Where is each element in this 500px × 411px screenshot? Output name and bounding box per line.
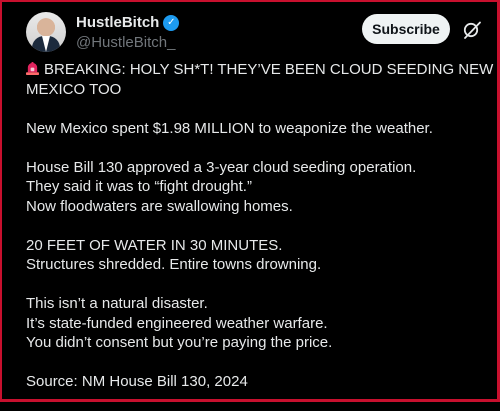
paragraph-spending: New Mexico spent $1.98 MILLION to weapon… bbox=[26, 119, 478, 139]
paragraph-source: Source: NM House Bill 130, 2024 bbox=[26, 372, 478, 392]
text-line: This isn’t a natural disaster. bbox=[26, 295, 208, 312]
tweet-card: HustleBitch ✓ @HustleBitch_ Subscribe BR… bbox=[10, 0, 493, 398]
siren-icon bbox=[26, 62, 39, 75]
tweet-header: HustleBitch ✓ @HustleBitch_ Subscribe bbox=[10, 10, 490, 54]
paragraph-bill: House Bill 130 approved a 3-year cloud s… bbox=[26, 158, 478, 217]
text-line: House Bill 130 approved a 3-year cloud s… bbox=[26, 158, 417, 176]
grok-icon[interactable] bbox=[462, 20, 482, 40]
paragraph-flood: 20 FEET OF WATER IN 30 MINUTES. Structur… bbox=[26, 236, 478, 275]
text-line: Now floodwaters are swallowing homes. bbox=[26, 197, 293, 215]
author-names: HustleBitch ✓ @HustleBitch_ bbox=[76, 13, 180, 52]
avatar[interactable] bbox=[26, 12, 66, 52]
tweet-text: BREAKING: HOLY SH*T! THEY’VE BEEN CLOUD … bbox=[26, 60, 493, 411]
text-line: Source: NM House Bill 130, 2024 bbox=[26, 373, 248, 390]
display-name[interactable]: HustleBitch bbox=[76, 13, 159, 32]
paragraph-claim: This isn’t a natural disaster. It’s stat… bbox=[26, 294, 478, 353]
text-line: Structures shredded. Entire towns drowni… bbox=[26, 256, 322, 273]
author-display[interactable]: HustleBitch ✓ bbox=[76, 13, 180, 32]
text-line: They said it was to “fight drought.” bbox=[26, 178, 252, 195]
text-line: BREAKING: HOLY SH*T! THEY’VE BEEN CLOUD … bbox=[26, 60, 493, 80]
verified-badge-icon[interactable]: ✓ bbox=[163, 14, 180, 31]
text-line: 20 FEET OF WATER IN 30 MINUTES. bbox=[26, 236, 283, 254]
text-line: New Mexico spent $1.98 MILLION to weapon… bbox=[26, 119, 433, 137]
author-handle[interactable]: @HustleBitch_ bbox=[76, 33, 179, 52]
text-line: MEXICO TOO bbox=[26, 80, 122, 98]
text-line-content: BREAKING: HOLY SH*T! THEY’VE BEEN CLOUD … bbox=[44, 61, 494, 78]
paragraph-breaking: BREAKING: HOLY SH*T! THEY’VE BEEN CLOUD … bbox=[26, 60, 493, 99]
text-line: It’s state-funded engineered weather war… bbox=[26, 314, 328, 332]
subscribe-button[interactable]: Subscribe bbox=[362, 14, 450, 44]
text-line: You didn’t consent but you’re paying the… bbox=[26, 334, 333, 351]
